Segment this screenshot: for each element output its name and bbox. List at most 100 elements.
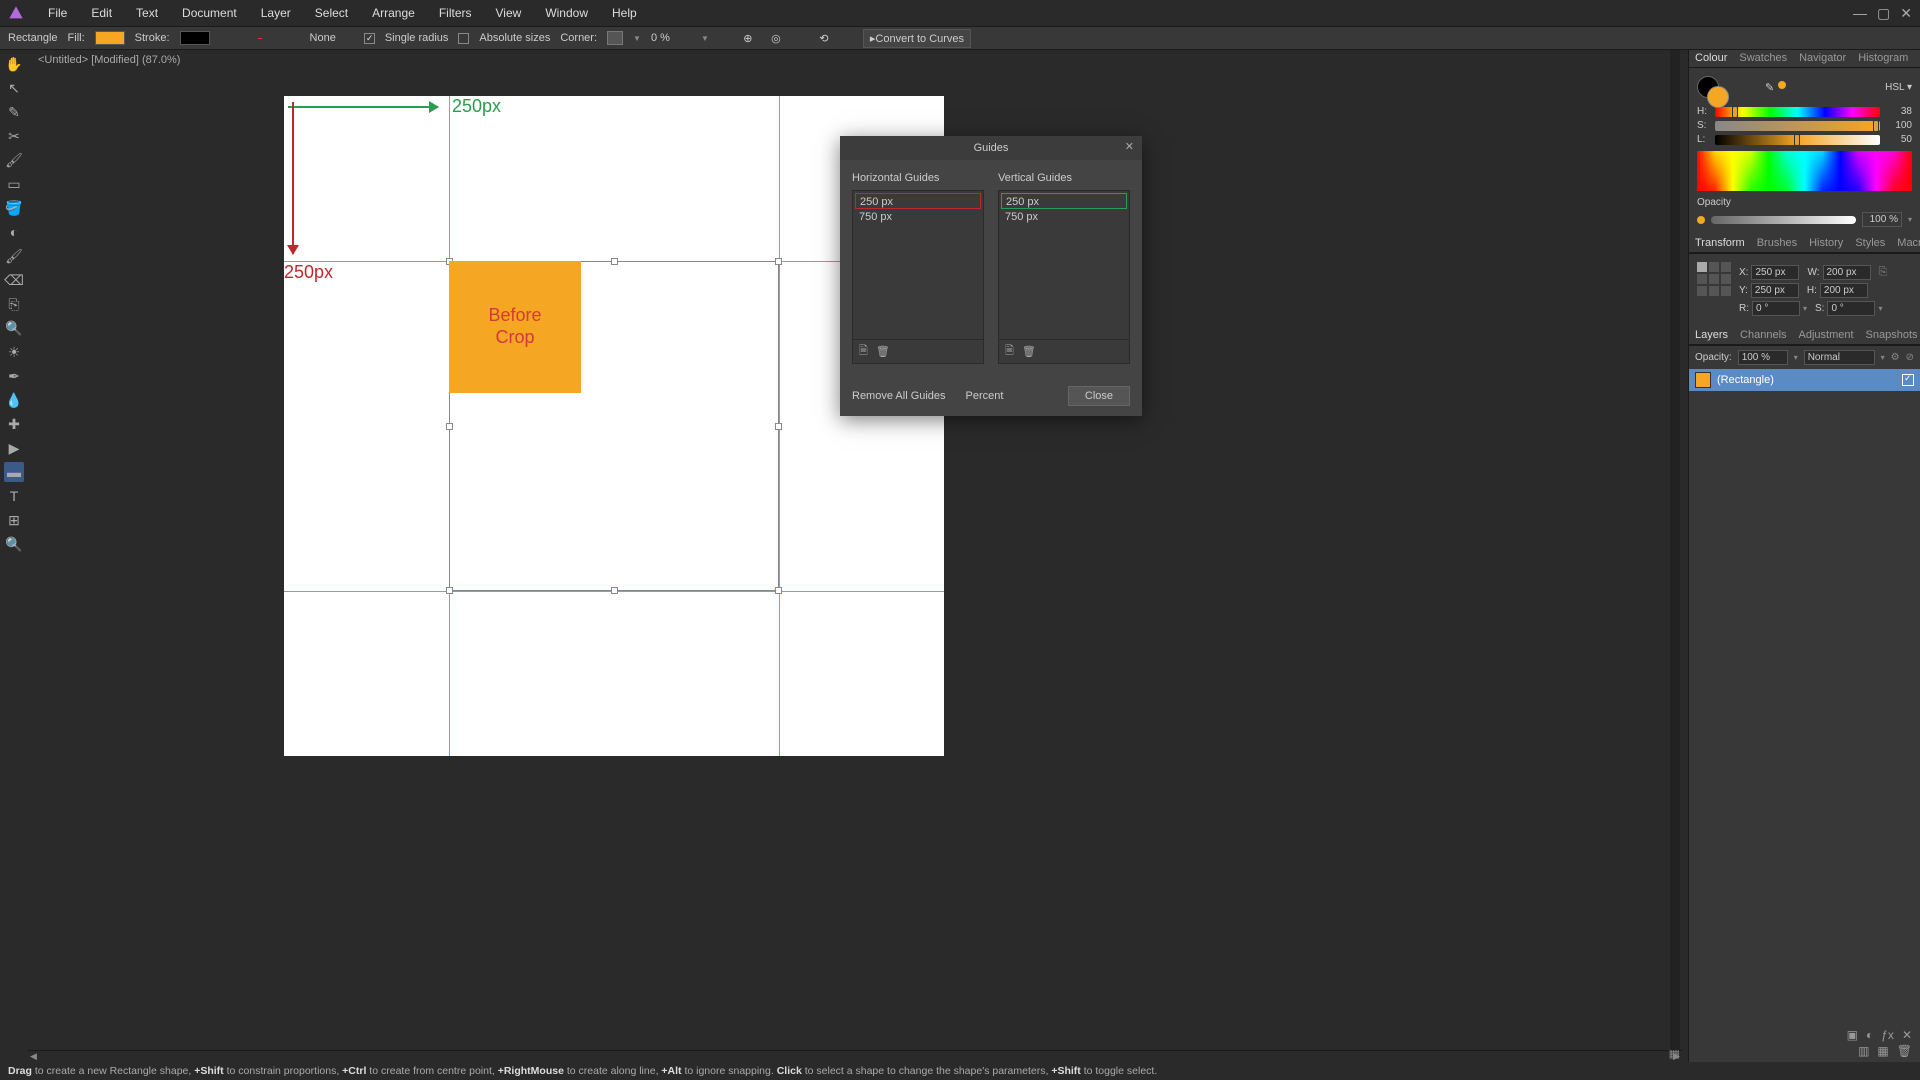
delete-guide-icon[interactable]: 🗑: [876, 345, 890, 358]
layer-lock-icon[interactable]: ⊘: [1906, 352, 1914, 363]
fill-colour-well[interactable]: [1707, 86, 1729, 108]
convert-to-curves-button[interactable]: ▸Convert to Curves: [863, 29, 971, 48]
mesh-tool-icon[interactable]: ⊞: [4, 510, 24, 530]
recent-colour-icon[interactable]: [1778, 81, 1786, 89]
tab-layers[interactable]: Layers: [1689, 327, 1734, 344]
guide-list-item[interactable]: 750 px: [855, 209, 981, 225]
add-guide-icon[interactable]: 🗎: [1005, 342, 1014, 361]
stroke-style-preview[interactable]: [220, 31, 300, 45]
selection-handle[interactable]: [611, 258, 618, 265]
luminosity-value[interactable]: 50: [1886, 134, 1912, 145]
delete-guide-icon[interactable]: 🗑: [1022, 345, 1036, 358]
stroke-swatch[interactable]: [180, 31, 210, 45]
selection-handle[interactable]: [775, 423, 782, 430]
dialog-titlebar[interactable]: Guides ✕: [840, 136, 1142, 160]
selection-brush-tool-icon[interactable]: 🖌: [4, 150, 24, 170]
w-input[interactable]: 200 px: [1823, 265, 1871, 280]
scroll-left-icon[interactable]: ◀: [30, 1051, 37, 1062]
window-maximize-icon[interactable]: ▢: [1877, 5, 1890, 22]
add-guide-icon[interactable]: 🗎: [859, 342, 868, 361]
dialog-close-icon[interactable]: ✕: [1125, 140, 1134, 153]
menu-edit[interactable]: Edit: [79, 2, 124, 24]
colour-model-dropdown[interactable]: HSL ▾: [1885, 82, 1912, 93]
opacity-value[interactable]: 100 %: [1862, 212, 1902, 227]
menu-view[interactable]: View: [484, 2, 534, 24]
tab-navigator[interactable]: Navigator: [1793, 50, 1852, 67]
canvas-horizontal-scrollbar[interactable]: ◀ ▶: [28, 1050, 1682, 1062]
move-tool-icon[interactable]: ↖: [4, 78, 24, 98]
guide-list-item[interactable]: 250 px: [1001, 193, 1127, 209]
s-input[interactable]: 0 °: [1827, 301, 1875, 316]
tab-transform[interactable]: Transform: [1689, 235, 1751, 252]
colour-picker-area[interactable]: [1697, 151, 1912, 191]
h-input[interactable]: 200 px: [1820, 283, 1868, 298]
guide-list-item[interactable]: 250 px: [855, 193, 981, 209]
tab-snapshots[interactable]: Snapshots: [1860, 327, 1920, 344]
panel-icon[interactable]: ◐: [1866, 1028, 1873, 1042]
vector-tool-icon[interactable]: ▶: [4, 438, 24, 458]
menu-select[interactable]: Select: [303, 2, 360, 24]
hue-slider[interactable]: [1715, 107, 1880, 117]
horizontal-guides-list[interactable]: 250 px 750 px: [852, 190, 984, 340]
single-radius-checkbox[interactable]: [364, 33, 375, 44]
anchor-point-grid[interactable]: [1697, 262, 1731, 296]
menu-file[interactable]: File: [36, 2, 79, 24]
selection-handle[interactable]: [611, 587, 618, 594]
panel-icon[interactable]: ▦: [1877, 1044, 1888, 1058]
selection-handle[interactable]: [446, 587, 453, 594]
crop-tool-icon[interactable]: ✂: [4, 126, 24, 146]
colour-picker-tool-icon[interactable]: ✎: [4, 102, 24, 122]
menu-layer[interactable]: Layer: [249, 2, 303, 24]
menu-text[interactable]: Text: [124, 2, 170, 24]
close-button[interactable]: Close: [1068, 386, 1130, 406]
view-tool-icon[interactable]: 🔍: [4, 534, 24, 554]
tab-colour[interactable]: Colour: [1689, 50, 1733, 67]
flood-fill-tool-icon[interactable]: 🪣: [4, 198, 24, 218]
y-input[interactable]: 250 px: [1751, 283, 1799, 298]
menu-window[interactable]: Window: [533, 2, 600, 24]
corner-value[interactable]: 0 %: [651, 32, 691, 44]
x-input[interactable]: 250 px: [1751, 265, 1799, 280]
document-tab[interactable]: <Untitled> [Modified] (87.0%): [30, 52, 188, 68]
clone-tool-icon[interactable]: ⎘: [4, 294, 24, 314]
tab-channels[interactable]: Channels: [1734, 327, 1792, 344]
panel-icon[interactable]: ▥: [1858, 1044, 1869, 1058]
guides-dialog[interactable]: Guides ✕ Horizontal Guides 250 px 750 px…: [840, 136, 1142, 416]
saturation-slider[interactable]: [1715, 121, 1880, 131]
marquee-tool-icon[interactable]: ▭: [4, 174, 24, 194]
eyedropper-icon[interactable]: ✎: [1765, 81, 1774, 94]
paint-brush-tool-icon[interactable]: 🖌: [4, 246, 24, 266]
layer-settings-icon[interactable]: ⚙: [1891, 352, 1900, 363]
gradient-tool-icon[interactable]: ◐: [4, 222, 24, 242]
tab-history[interactable]: History: [1803, 235, 1849, 252]
guide-list-item[interactable]: 750 px: [1001, 209, 1127, 225]
erase-tool-icon[interactable]: ⌫: [4, 270, 24, 290]
blend-mode-dropdown[interactable]: Normal: [1804, 350, 1875, 365]
rectangle-shape[interactable]: Before Crop: [449, 261, 581, 393]
menu-filters[interactable]: Filters: [427, 2, 484, 24]
vertical-guides-list[interactable]: 250 px 750 px: [998, 190, 1130, 340]
panel-icon[interactable]: ✕: [1902, 1028, 1912, 1042]
selection-handle[interactable]: [775, 587, 782, 594]
hand-tool-icon[interactable]: ✋: [4, 54, 24, 74]
align-icon-1[interactable]: ⊕: [739, 29, 757, 47]
transform-icon[interactable]: ⟲: [815, 29, 833, 47]
tab-macro[interactable]: Macro: [1891, 235, 1920, 252]
window-close-icon[interactable]: ✕: [1900, 5, 1912, 22]
selection-handle[interactable]: [446, 423, 453, 430]
tab-brushes[interactable]: Brushes: [1751, 235, 1803, 252]
corner-type-dropdown[interactable]: [607, 31, 623, 45]
layer-name[interactable]: (Rectangle): [1717, 374, 1774, 386]
menu-document[interactable]: Document: [170, 2, 249, 24]
luminosity-slider[interactable]: [1715, 135, 1880, 145]
tab-info[interactable]: Info: [1914, 50, 1920, 67]
tab-adjustment[interactable]: Adjustment: [1793, 327, 1860, 344]
dodge-tool-icon[interactable]: ☀: [4, 342, 24, 362]
remove-all-guides-button[interactable]: Remove All Guides: [852, 390, 946, 402]
window-minimize-icon[interactable]: —: [1853, 5, 1867, 22]
panel-icon[interactable]: ▣: [1847, 1028, 1858, 1042]
tab-swatches[interactable]: Swatches: [1733, 50, 1793, 67]
fill-swatch[interactable]: [95, 31, 125, 45]
opacity-slider[interactable]: [1711, 216, 1856, 224]
menu-help[interactable]: Help: [600, 2, 649, 24]
